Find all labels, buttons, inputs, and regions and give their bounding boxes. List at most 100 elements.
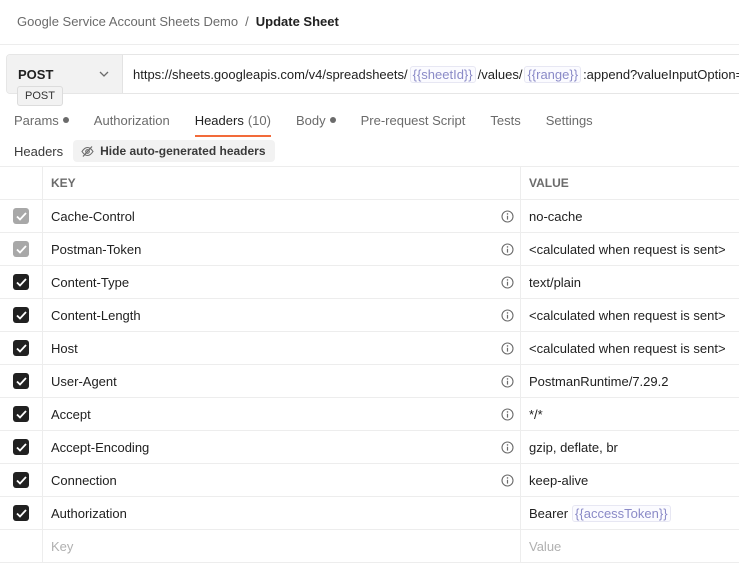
header-key-cell[interactable]: Host [43,332,521,364]
header-enabled-checkbox [13,241,29,257]
column-header-key: KEY [43,167,521,199]
header-key-cell[interactable]: User-Agent [43,365,521,397]
header-value-cell[interactable]: */* [521,398,739,430]
tab-headers[interactable]: Headers (10) [194,108,271,137]
header-enabled-checkbox[interactable] [13,439,29,455]
tab-body[interactable]: Body [296,108,336,132]
checkmark-icon [15,442,27,452]
headers-section-label: Headers [14,143,64,159]
header-key: Connection [51,472,117,488]
info-icon[interactable] [501,341,514,355]
header-key-cell[interactable]: Postman-Token [43,233,521,265]
info-icon[interactable] [501,374,514,388]
header-value: gzip, deflate, br [529,439,618,455]
info-icon[interactable] [501,209,514,223]
header-key-cell[interactable]: Content-Length [43,299,521,331]
header-key-cell[interactable]: Authorization [43,497,521,529]
modified-dot-icon [329,117,336,123]
info-icon[interactable] [501,407,514,421]
header-key: Authorization [51,505,127,521]
checkmark-icon [15,244,27,254]
new-key-input[interactable]: Key [43,530,521,562]
url-input[interactable]: https://sheets.googleapis.com/v4/spreads… [123,55,739,93]
tab-label: Body [295,112,326,128]
header-enabled-checkbox[interactable] [13,373,29,389]
header-value-cell[interactable]: keep-alive [521,464,739,496]
header-key-cell[interactable]: Content-Type [43,266,521,298]
header-key: Content-Type [51,274,130,290]
checkmark-icon [15,409,27,419]
header-key: Accept-Encoding [51,439,150,455]
check-cell [0,200,43,232]
header-value-prefix: Bearer [529,505,569,521]
hide-button-label: Hide auto-generated headers [100,144,266,158]
request-title[interactable]: Update Sheet [256,14,339,29]
tab-authorization[interactable]: Authorization [94,108,170,132]
tab-label: Settings [545,112,593,128]
header-enabled-checkbox[interactable] [13,505,29,521]
header-value: <calculated when request is sent> [529,340,726,356]
header-key-cell[interactable]: Accept-Encoding [43,431,521,463]
header-key-cell[interactable]: Accept [43,398,521,430]
header-value-cell[interactable]: no-cache [521,200,739,232]
tab-tests[interactable]: Tests [490,108,520,132]
url-variable-sheet-id[interactable]: {{sheetId}} [409,65,476,83]
header-key: Accept [51,406,91,422]
request-bar: POST https://sheets.googleapis.com/v4/sp… [6,54,739,94]
header-enabled-checkbox[interactable] [13,406,29,422]
header-key: Postman-Token [51,241,142,257]
url-variable-range[interactable]: {{range}} [524,65,582,83]
header-enabled-checkbox[interactable] [13,307,29,323]
modified-dot-icon [62,117,69,123]
header-enabled-checkbox[interactable] [13,274,29,290]
info-icon[interactable] [501,440,514,454]
request-tabs: Params Authorization Headers (10) Body P… [14,108,618,137]
hide-auto-generated-headers-button[interactable]: Hide auto-generated headers [73,140,275,162]
header-key: Cache-Control [51,208,135,224]
tab-settings[interactable]: Settings [546,108,593,132]
checkmark-icon [15,310,27,320]
info-icon[interactable] [501,473,514,487]
header-value-cell[interactable]: PostmanRuntime/7.29.2 [521,365,739,397]
url-segment: https://sheets.googleapis.com/v4/spreads… [133,66,408,82]
header-value: */* [529,406,543,422]
header-key: Content-Length [51,307,141,323]
header-value-cell[interactable]: <calculated when request is sent> [521,233,739,265]
tab-label: Tests [490,112,521,128]
check-cell [0,464,43,496]
header-enabled-checkbox[interactable] [13,472,29,488]
table-header-row: KEY VALUE [0,167,739,200]
new-value-input[interactable]: Value [521,530,739,562]
breadcrumb-collection[interactable]: Google Service Account Sheets Demo [17,14,238,29]
header-value: <calculated when request is sent> [529,241,726,257]
new-header-row: Key Value [0,530,739,563]
table-row: Accept */* [0,398,739,431]
header-key: User-Agent [51,373,117,389]
table-body: Cache-Control no-cache Postman-Token <calcu… [0,200,739,530]
header-value-cell[interactable]: text/plain [521,266,739,298]
header-key-cell[interactable]: Cache-Control [43,200,521,232]
header-key-cell[interactable]: Connection [43,464,521,496]
header-value-cell[interactable]: Bearer {{accessToken}} [521,497,739,529]
table-row: Cache-Control no-cache [0,200,739,233]
info-icon[interactable] [501,308,514,322]
header-value-cell[interactable]: gzip, deflate, br [521,431,739,463]
info-icon[interactable] [501,275,514,289]
check-cell [0,365,43,397]
header-enabled-checkbox[interactable] [13,340,29,356]
tab-params[interactable]: Params [14,108,69,132]
header-value-cell[interactable]: <calculated when request is sent> [521,299,739,331]
headers-toolbar: Headers Hide auto-generated headers [14,140,275,162]
checkmark-icon [15,211,27,221]
header-value-cell[interactable]: <calculated when request is sent> [521,332,739,364]
table-row: Content-Length <calculated when request i… [0,299,739,332]
check-cell [0,233,43,265]
tab-pre-request-script[interactable]: Pre-request Script [361,108,466,132]
active-tab-indicator [194,135,271,137]
info-icon[interactable] [501,242,514,256]
tab-label: Params [14,112,59,128]
column-header-value: VALUE [529,176,569,190]
table-row: Authorization Bearer {{accessToken}} [0,497,739,530]
checkmark-icon [15,376,27,386]
value-variable-access-token[interactable]: {{accessToken}} [572,504,671,522]
